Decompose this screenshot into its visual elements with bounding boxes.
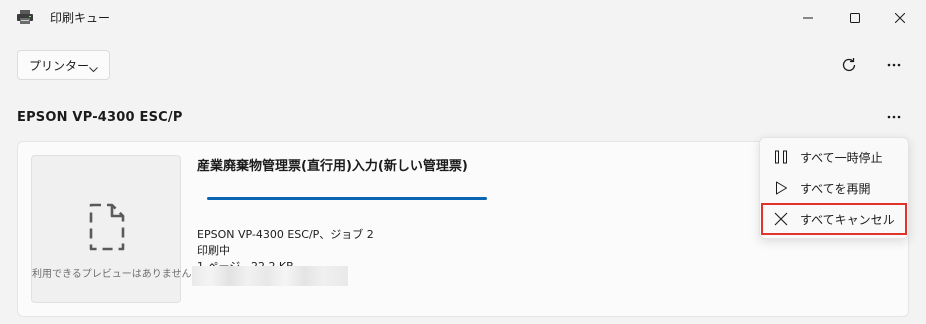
printer-selector[interactable]: プリンター <box>17 50 110 80</box>
job-progress-bar <box>207 197 487 200</box>
job-progress-fill <box>207 197 487 200</box>
more-icon <box>887 63 901 67</box>
context-menu: すべて一時停止 すべてを再開 すべてキャンセル <box>759 137 909 239</box>
close-icon <box>762 212 800 226</box>
close-icon <box>895 13 905 23</box>
printer-more-button[interactable] <box>879 102 909 132</box>
refresh-icon <box>842 58 856 72</box>
document-icon <box>88 202 126 256</box>
job-printer-info: EPSON VP-4300 ESC/P、ジョブ 2 <box>197 228 374 241</box>
menu-item-label: すべてを再開 <box>800 181 871 196</box>
minimize-icon <box>803 17 813 19</box>
menu-item-label: すべて一時停止 <box>800 150 883 165</box>
chevron-down-icon <box>89 62 98 76</box>
job-preview: 利用できるプレビューはありません <box>31 155 192 303</box>
refresh-button[interactable] <box>834 50 864 80</box>
job-status: 印刷中 <box>197 244 230 257</box>
no-preview-text: 利用できるプレビューはありません <box>32 269 192 280</box>
redacted-submission-info <box>192 266 348 286</box>
printer-app-icon <box>16 9 34 25</box>
more-options-button[interactable] <box>879 50 909 80</box>
title-bar: 印刷キュー <box>0 0 926 36</box>
menu-item-pause-all[interactable]: すべて一時停止 <box>762 142 906 172</box>
menu-item-resume-all[interactable]: すべてを再開 <box>762 173 906 203</box>
menu-item-cancel-all[interactable]: すべてキャンセル <box>761 203 907 235</box>
pause-icon <box>762 150 800 164</box>
close-window-button[interactable] <box>880 6 920 30</box>
menu-item-label: すべてキャンセル <box>800 212 895 227</box>
more-icon <box>887 115 901 119</box>
play-icon <box>762 181 800 195</box>
maximize-button[interactable] <box>835 6 875 30</box>
maximize-icon <box>850 13 860 23</box>
minimize-button[interactable] <box>788 6 828 30</box>
printer-selector-label: プリンター <box>29 58 90 73</box>
window-title: 印刷キュー <box>50 11 111 25</box>
job-title: 産業廃棄物管理票(直行用)入力(新しい管理票) <box>197 159 468 174</box>
printer-name: EPSON VP-4300 ESC/P <box>17 110 183 125</box>
